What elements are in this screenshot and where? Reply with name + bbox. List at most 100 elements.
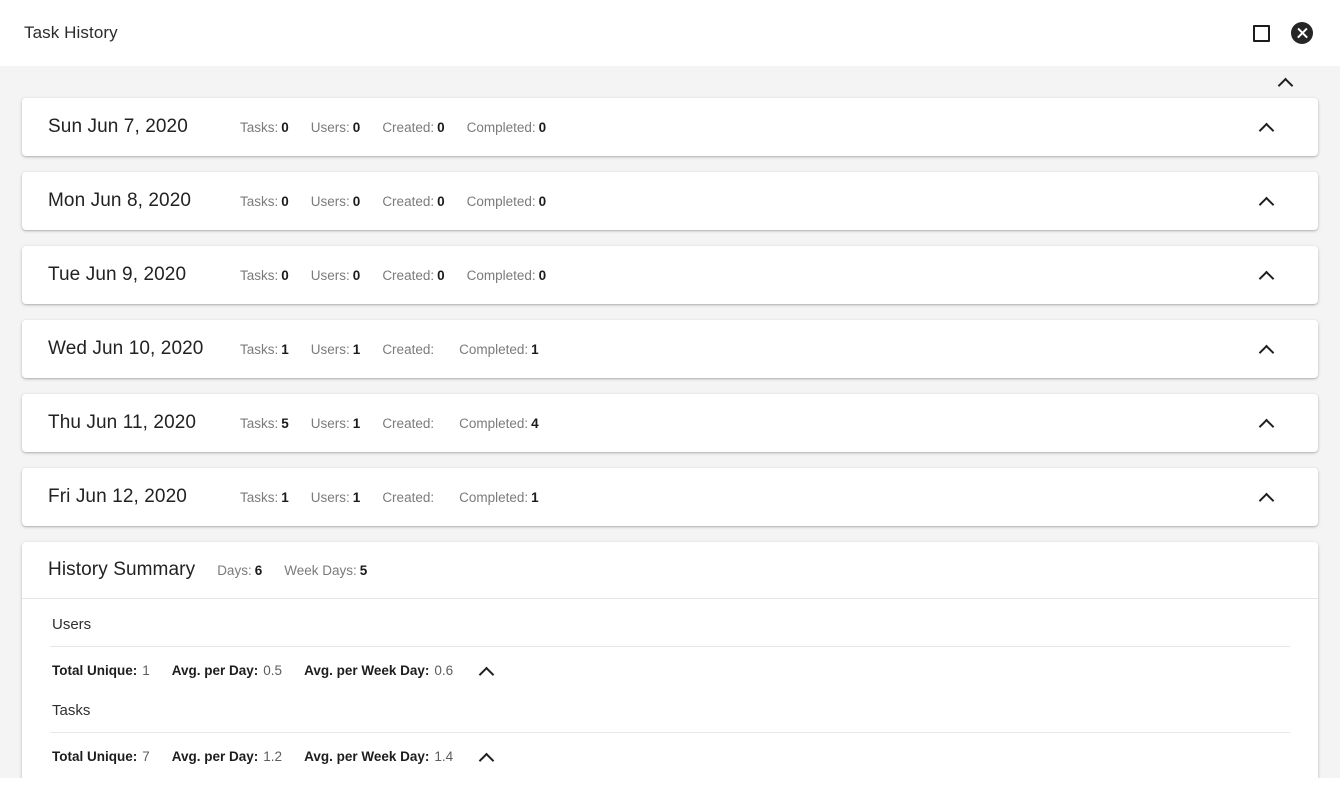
day-stat-label: Created: [382, 267, 435, 283]
square-icon [1252, 24, 1270, 42]
summary-metric-label: Avg. per Day: [171, 749, 259, 764]
summary-metric: Total Unique: 7 [52, 749, 150, 764]
day-card-date: Thu Jun 11, 2020 [48, 412, 197, 433]
day-stat-value: 0 [281, 193, 289, 209]
day-card-stats: Tasks: 1 Users: 1 Created: Completed: 1 [240, 490, 561, 505]
summary-metric: Avg. per Day: 0.5 [172, 663, 282, 678]
day-stat-label: Tasks: [240, 119, 279, 135]
day-stat: Created: 0 [382, 194, 444, 209]
summary-group-chevron-up-icon[interactable] [477, 747, 496, 766]
history-summary-stats: Days: 6 Week Days: 5 [217, 563, 389, 578]
day-stat: Users: 1 [311, 416, 361, 431]
day-stat-value: 1 [531, 489, 539, 505]
day-card-date: Mon Jun 8, 2020 [48, 190, 192, 211]
day-card-chevron-up-icon[interactable] [1257, 340, 1276, 359]
day-card[interactable]: Tue Jun 9, 2020 Tasks: 0 Users: 0 Created: 0 Co… [22, 246, 1318, 304]
day-stat-label: Completed: [466, 193, 536, 209]
summary-group-label: Users [52, 616, 92, 633]
summary-metric-label: Avg. per Week Day: [304, 749, 430, 764]
summary-stat: Week Days: 5 [284, 563, 367, 578]
summary-stat-value: 5 [359, 562, 368, 578]
summary-group-metrics: Total Unique: 1 Avg. per Day: 0.5 Avg. per W… [46, 647, 1294, 685]
day-stat-label: Created: [382, 341, 435, 357]
day-stat: Tasks: 1 [240, 342, 289, 357]
summary-metric: Total Unique: 1 [52, 663, 150, 678]
summary-stat: Days: 6 [217, 563, 262, 578]
day-card-date: Fri Jun 12, 2020 [48, 486, 187, 507]
day-stat-value: 0 [437, 267, 445, 283]
day-card-chevron-up-icon[interactable] [1257, 488, 1276, 507]
summary-metric-label: Avg. per Week Day: [304, 663, 430, 678]
collapse-all-row [0, 66, 1340, 98]
summary-group: Tasks Total Unique: 7 Avg. per Day: 1.2 Avg. … [22, 685, 1318, 771]
history-summary-title: History Summary [48, 559, 196, 580]
day-stat-value: 0 [437, 119, 445, 135]
history-summary-groups: Users Total Unique: 1 Avg. per Day: 0.5 Avg. … [22, 599, 1318, 771]
summary-metric-value: 1.2 [263, 749, 283, 764]
day-stat: Created: 0 [382, 120, 444, 135]
day-stat-label: Completed: [459, 489, 529, 505]
day-stat: Tasks: 5 [240, 416, 289, 431]
day-card-date: Sun Jun 7, 2020 [48, 116, 188, 137]
day-card-chevron-up-icon[interactable] [1257, 118, 1276, 137]
day-stat-label: Created: [382, 193, 435, 209]
day-card[interactable]: Wed Jun 10, 2020 Tasks: 1 Users: 1 Created: Co… [22, 320, 1318, 378]
day-stat-label: Tasks: [240, 341, 279, 357]
maximize-button[interactable] [1250, 22, 1272, 44]
window-controls [1250, 22, 1313, 44]
day-card-chevron-up-icon[interactable] [1257, 266, 1276, 285]
day-stat: Completed: 0 [467, 268, 547, 283]
day-stat-value: 1 [531, 341, 539, 357]
day-stat-value: 5 [281, 415, 289, 431]
summary-group-metrics: Total Unique: 7 Avg. per Day: 1.2 Avg. per W… [46, 733, 1294, 771]
day-card-stats: Tasks: 0 Users: 0 Created: 0 Completed: 0 [240, 268, 568, 283]
summary-metric: Avg. per Week Day: 1.4 [304, 749, 453, 764]
day-stat-label: Users: [310, 119, 350, 135]
summary-stat-label: Days: [217, 562, 252, 578]
day-stat-label: Completed: [466, 119, 536, 135]
day-card-chevron-up-icon[interactable] [1257, 192, 1276, 211]
day-stat-label: Completed: [459, 415, 529, 431]
day-card-stats: Tasks: 0 Users: 0 Created: 0 Completed: 0 [240, 194, 568, 209]
day-card[interactable]: Thu Jun 11, 2020 Tasks: 5 Users: 1 Created: Co… [22, 394, 1318, 452]
day-stat-label: Users: [310, 341, 350, 357]
summary-metric-label: Total Unique: [52, 749, 138, 764]
day-stat: Completed: 4 [459, 416, 539, 431]
day-stat: Users: 1 [311, 342, 361, 357]
day-stat-label: Users: [310, 489, 350, 505]
summary-metric-value: 0.6 [434, 663, 454, 678]
summary-group-chevron-up-icon[interactable] [477, 661, 496, 680]
close-button[interactable] [1291, 22, 1313, 44]
collapse-all-chevron-up-icon[interactable] [1276, 73, 1295, 92]
day-stat-value: 0 [281, 119, 289, 135]
day-card[interactable]: Fri Jun 12, 2020 Tasks: 1 Users: 1 Created: Co… [22, 468, 1318, 526]
day-stat: Tasks: 1 [240, 490, 289, 505]
day-stat-label: Completed: [466, 267, 536, 283]
day-stat-label: Users: [310, 193, 350, 209]
day-stat-value: 0 [538, 193, 547, 209]
day-stat: Tasks: 0 [240, 268, 289, 283]
day-stat: Completed: 0 [467, 120, 547, 135]
day-card[interactable]: Mon Jun 8, 2020 Tasks: 0 Users: 0 Created: 0 Co… [22, 172, 1318, 230]
day-card[interactable]: Sun Jun 7, 2020 Tasks: 0 Users: 0 Created: 0 Co… [22, 98, 1318, 156]
summary-metric-value: 7 [142, 749, 150, 764]
day-card-stats: Tasks: 0 Users: 0 Created: 0 Completed: 0 [240, 120, 568, 135]
day-stat: Tasks: 0 [240, 194, 289, 209]
day-card-chevron-up-icon[interactable] [1257, 414, 1276, 433]
day-card-date: Tue Jun 9, 2020 [48, 264, 187, 285]
day-stat-label: Created: [382, 119, 435, 135]
window-title: Task History [24, 23, 118, 42]
day-stat-value: 0 [437, 193, 445, 209]
day-stat-label: Users: [310, 267, 350, 283]
day-stat-label: Tasks: [240, 193, 279, 209]
day-stat-value: 1 [281, 489, 289, 505]
day-card-stats: Tasks: 1 Users: 1 Created: Completed: 1 [240, 342, 561, 357]
day-stat: Users: 0 [311, 120, 361, 135]
day-stat-label: Users: [310, 415, 350, 431]
day-stat: Created: [382, 416, 437, 431]
day-stat: Created: [382, 490, 437, 505]
day-stat-value: 0 [281, 267, 289, 283]
day-stat-value: 0 [352, 119, 361, 135]
summary-group-label: Tasks [52, 702, 91, 719]
day-stat: Users: 1 [311, 490, 361, 505]
